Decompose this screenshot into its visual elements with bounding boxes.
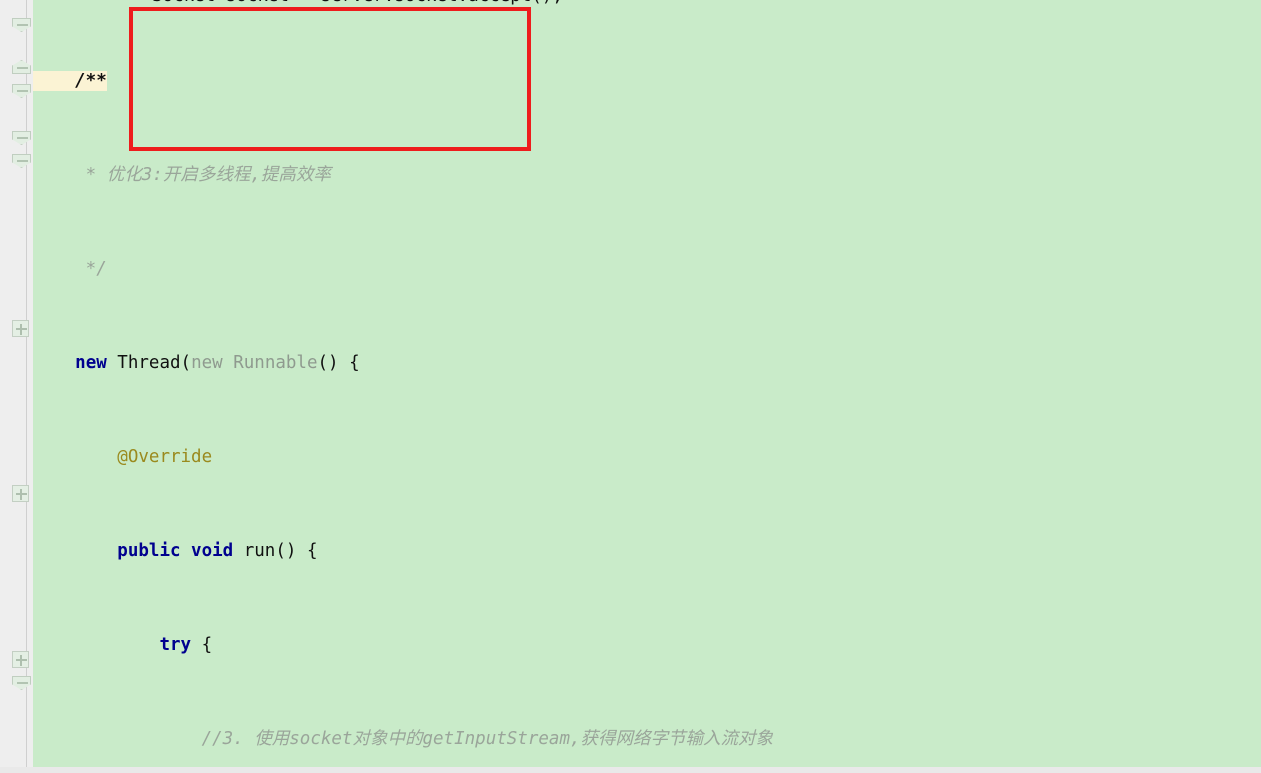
- code-content-area[interactable]: /** * 优化3:开启多线程,提高效率 */ new Thread(new R…: [33, 0, 1261, 773]
- fold-expand-icon[interactable]: [12, 651, 29, 668]
- bottom-edge-strip: [0, 767, 1261, 773]
- fold-end-icon[interactable]: [12, 676, 31, 690]
- code-line[interactable]: @Override: [33, 446, 1261, 470]
- fold-expand-icon[interactable]: [12, 320, 29, 337]
- fold-end-icon[interactable]: [12, 154, 31, 168]
- code-line[interactable]: */: [33, 258, 1261, 282]
- code-line[interactable]: try {: [33, 634, 1261, 658]
- code-line[interactable]: * 优化3:开启多线程,提高效率: [33, 164, 1261, 188]
- fold-expand-icon[interactable]: [12, 485, 29, 502]
- editor-gutter[interactable]: [0, 0, 33, 773]
- code-line[interactable]: //3. 使用socket对象中的getInputStream,获得网络字节输入…: [33, 728, 1261, 752]
- fold-end-icon[interactable]: [12, 18, 31, 32]
- code-line[interactable]: /**: [33, 70, 1261, 94]
- clipped-top-code-line: Socket socket = server.socket.accept();: [152, 0, 563, 9]
- fold-start-icon[interactable]: [12, 60, 31, 74]
- top-line-text: Socket socket = server.socket.accept();: [152, 0, 563, 6]
- fold-end-icon[interactable]: [12, 84, 31, 98]
- code-editor-window: Socket socket = server.socket.accept(); …: [0, 0, 1261, 773]
- fold-end-icon[interactable]: [12, 131, 31, 145]
- code-line[interactable]: public void run() {: [33, 540, 1261, 564]
- code-lines: /** * 优化3:开启多线程,提高效率 */ new Thread(new R…: [33, 0, 1261, 773]
- code-line[interactable]: new Thread(new Runnable() {: [33, 352, 1261, 376]
